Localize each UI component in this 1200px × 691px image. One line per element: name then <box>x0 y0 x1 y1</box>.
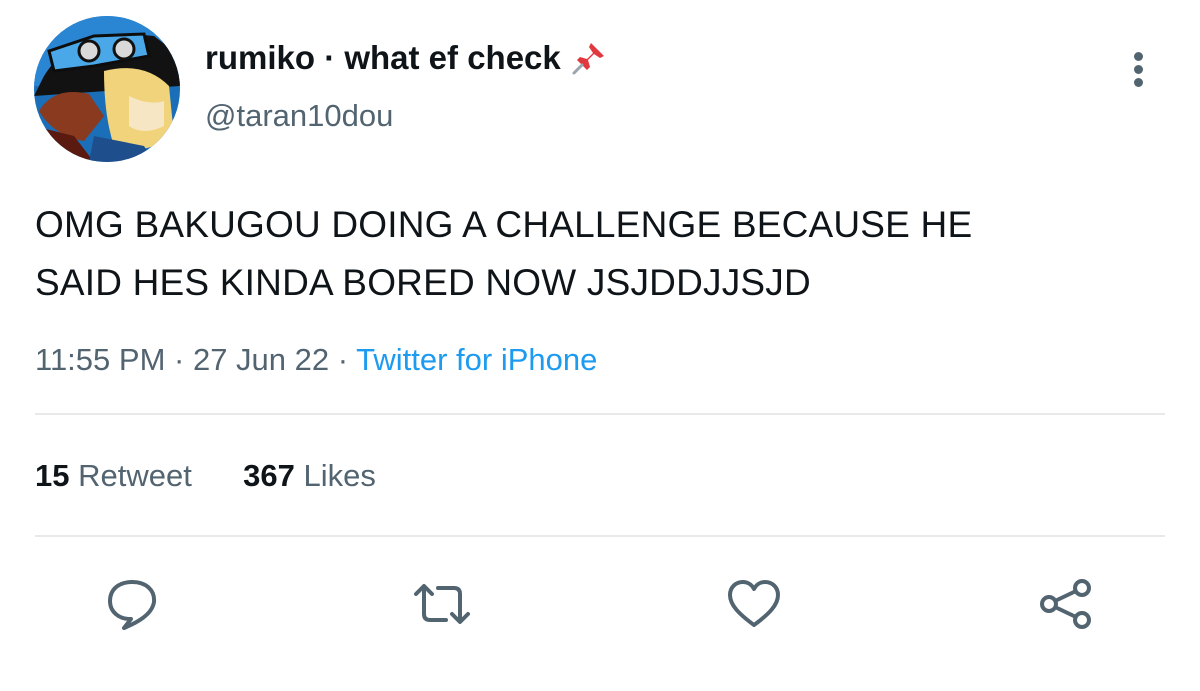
username-handle[interactable]: @taran10dou <box>205 98 393 134</box>
tweet-stats: 15 Retweet 367 Likes <box>35 458 376 494</box>
likes-stat[interactable]: 367 Likes <box>243 458 376 493</box>
share-button[interactable] <box>1036 574 1096 634</box>
tweet-text-line: SAID HES KINDA BORED NOW JSJDDJJSJD <box>35 262 811 303</box>
share-icon <box>1040 579 1091 629</box>
like-icon <box>728 580 780 627</box>
likes-count: 367 <box>243 458 295 493</box>
like-button[interactable] <box>724 574 784 634</box>
tweet-date[interactable]: 27 Jun 22 <box>193 342 329 377</box>
avatar[interactable] <box>34 16 180 162</box>
likes-label: Likes <box>303 458 376 493</box>
reply-icon <box>108 580 157 630</box>
meta-separator: · <box>165 342 193 377</box>
divider <box>35 535 1165 537</box>
retweet-label: Retweet <box>78 458 192 493</box>
tweet-source-link[interactable]: Twitter for iPhone <box>356 342 597 377</box>
retweet-button[interactable] <box>412 574 472 634</box>
avatar-image <box>34 16 180 162</box>
meta-separator: · <box>329 342 357 377</box>
retweet-stat[interactable]: 15 Retweet <box>35 458 192 493</box>
reply-button[interactable] <box>102 574 162 634</box>
display-name[interactable]: rumiko · what ef check <box>205 39 561 77</box>
author-name-row[interactable]: rumiko · what ef check <box>205 36 607 80</box>
retweet-icon <box>414 584 470 624</box>
tweet-text-line: OMG BAKUGOU DOING A CHALLENGE BECAUSE HE <box>35 204 973 245</box>
retweet-count: 15 <box>35 458 70 493</box>
tweet-text: OMG BAKUGOU DOING A CHALLENGE BECAUSE HE… <box>35 196 1155 312</box>
pushpin-icon <box>571 40 607 76</box>
tweet-meta: 11:55 PM · 27 Jun 22 · Twitter for iPhon… <box>35 342 597 378</box>
more-options-icon[interactable] <box>1126 52 1150 92</box>
divider <box>35 413 1165 415</box>
tweet-time[interactable]: 11:55 PM <box>35 342 165 377</box>
